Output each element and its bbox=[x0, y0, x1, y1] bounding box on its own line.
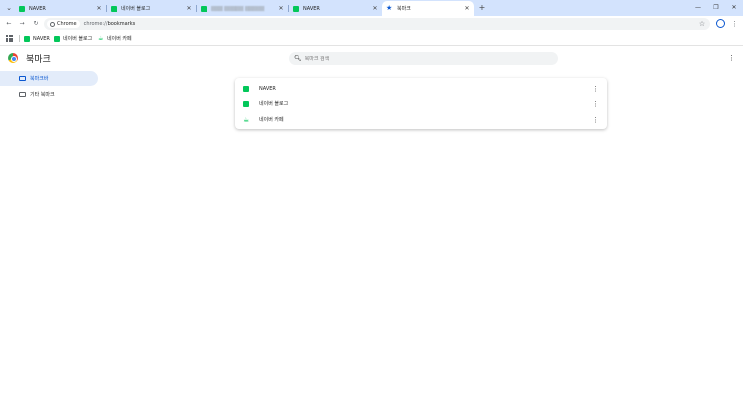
naver-blog-icon bbox=[111, 5, 117, 12]
tab-title: 북마크 bbox=[397, 6, 411, 12]
naver-icon bbox=[293, 5, 299, 12]
bookmark-name: NAVER bbox=[259, 85, 276, 92]
naver-blog-icon bbox=[54, 35, 60, 42]
bookmark-list: NAVER ⋮ 네이버 블로그 ⋮ ☕ 네이버 카페 ⋮ bbox=[235, 78, 607, 129]
bookmarks-bar: NAVER 네이버 블로그 ☕ 네이버 카페 bbox=[0, 31, 743, 46]
bookmark-name: 네이버 카페 bbox=[259, 117, 284, 123]
browser-menu-icon[interactable]: ⋮ bbox=[731, 19, 738, 29]
tab-title: ▒▒▒ ▒▒▒▒▒ ▒▒▒▒▒ bbox=[211, 5, 265, 12]
bookmark-name: 네이버 블로그 bbox=[259, 101, 289, 107]
site-info-chip[interactable]: Chrome bbox=[47, 20, 80, 28]
tab-title: NAVER bbox=[29, 5, 46, 12]
bookmark-naver-cafe[interactable]: ☕ 네이버 카페 bbox=[98, 34, 132, 43]
apps-grid-icon[interactable] bbox=[6, 35, 13, 42]
tab-naver-2[interactable]: NAVER ✕ bbox=[289, 1, 382, 16]
profile-avatar-icon[interactable] bbox=[716, 19, 725, 28]
search-icon: 🔍︎ bbox=[294, 55, 302, 62]
sidebar-item-other-bookmarks[interactable]: 기타 북마크 bbox=[0, 87, 98, 102]
list-item[interactable]: NAVER ⋮ bbox=[235, 81, 607, 96]
tab-title: 네이버 블로그 bbox=[121, 6, 151, 12]
back-button[interactable]: ← bbox=[4, 19, 14, 29]
folder-icon bbox=[19, 92, 26, 97]
tab-naver[interactable]: NAVER ✕ bbox=[15, 1, 106, 16]
toolbar: ← → ↻ Chrome chrome://bookmarks ☆ ⋮ bbox=[0, 16, 743, 31]
bookmark-search-box[interactable]: 🔍︎ bbox=[289, 52, 558, 65]
bookmark-label: 네이버 카페 bbox=[107, 36, 132, 42]
sidebar-item-label: 기타 북마크 bbox=[30, 92, 55, 98]
naver-icon bbox=[243, 85, 249, 92]
naver-icon bbox=[24, 35, 30, 42]
close-icon[interactable]: ✕ bbox=[276, 5, 286, 12]
folder-icon bbox=[19, 76, 26, 81]
reload-button[interactable]: ↻ bbox=[31, 19, 41, 29]
url-scheme: chrome:// bbox=[83, 21, 108, 27]
chrome-icon bbox=[50, 21, 55, 27]
address-bar[interactable]: Chrome chrome://bookmarks bbox=[44, 18, 710, 30]
tab-blurred[interactable]: ▒▒▒ ▒▒▒▒▒ ▒▒▒▒▒ ✕ bbox=[197, 1, 288, 16]
close-icon[interactable]: ✕ bbox=[462, 5, 472, 12]
bookmark-label: NAVER bbox=[33, 35, 50, 42]
page-title: 북마크 bbox=[26, 55, 51, 65]
naver-cafe-icon: ☕ bbox=[243, 115, 250, 124]
tab-bookmarks[interactable]: ★ 북마크 ✕ bbox=[382, 1, 474, 16]
bookmarks-page-header: 북마크 🔍︎ ⋮ bbox=[0, 47, 743, 69]
naver-blog-icon bbox=[243, 100, 249, 107]
bookmark-naver-blog[interactable]: 네이버 블로그 bbox=[54, 34, 92, 43]
page-menu-icon[interactable]: ⋮ bbox=[728, 52, 735, 64]
search-input[interactable] bbox=[304, 55, 505, 62]
restore-button[interactable]: ❐ bbox=[710, 2, 722, 14]
url-text[interactable]: chrome://bookmarks bbox=[84, 21, 136, 27]
chip-label: Chrome bbox=[57, 21, 77, 27]
new-tab-button[interactable]: + bbox=[477, 2, 487, 14]
tab-strip: ⌄ NAVER ✕ 네이버 블로그 ✕ ▒▒▒ ▒▒▒▒▒ ▒▒▒▒▒ ✕ NA… bbox=[0, 0, 743, 16]
chrome-logo-icon bbox=[8, 53, 18, 63]
more-options-icon[interactable]: ⋮ bbox=[592, 116, 599, 124]
list-item[interactable]: 네이버 블로그 ⋮ bbox=[235, 96, 607, 111]
bookmarks-bar-separator bbox=[19, 35, 20, 42]
bookmark-star-icon[interactable]: ☆ bbox=[697, 19, 707, 29]
close-window-button[interactable]: ✕ bbox=[728, 2, 740, 14]
close-icon[interactable]: ✕ bbox=[184, 5, 194, 12]
close-icon[interactable]: ✕ bbox=[370, 5, 380, 12]
bookmark-label: 네이버 블로그 bbox=[63, 36, 93, 42]
naver-cafe-icon: ☕ bbox=[98, 34, 104, 42]
tab-search-icon[interactable]: ⌄ bbox=[4, 3, 14, 13]
list-item[interactable]: ☕ 네이버 카페 ⋮ bbox=[235, 112, 607, 127]
more-options-icon[interactable]: ⋮ bbox=[592, 100, 599, 108]
more-options-icon[interactable]: ⋮ bbox=[592, 85, 599, 93]
url-path: bookmarks bbox=[107, 21, 136, 27]
sidebar-item-bookmarks-bar[interactable]: 북마크바 bbox=[0, 71, 98, 86]
naver-blog-icon bbox=[201, 5, 207, 12]
close-icon[interactable]: ✕ bbox=[94, 5, 104, 12]
star-icon: ★ bbox=[386, 4, 393, 12]
tab-naver-blog[interactable]: 네이버 블로그 ✕ bbox=[107, 1, 196, 16]
sidebar-item-label: 북마크바 bbox=[30, 76, 49, 82]
bookmark-naver[interactable]: NAVER bbox=[24, 34, 50, 43]
forward-button[interactable]: → bbox=[17, 19, 27, 29]
tab-title: NAVER bbox=[303, 5, 320, 12]
naver-icon bbox=[19, 5, 25, 12]
minimize-button[interactable]: — bbox=[692, 2, 704, 14]
